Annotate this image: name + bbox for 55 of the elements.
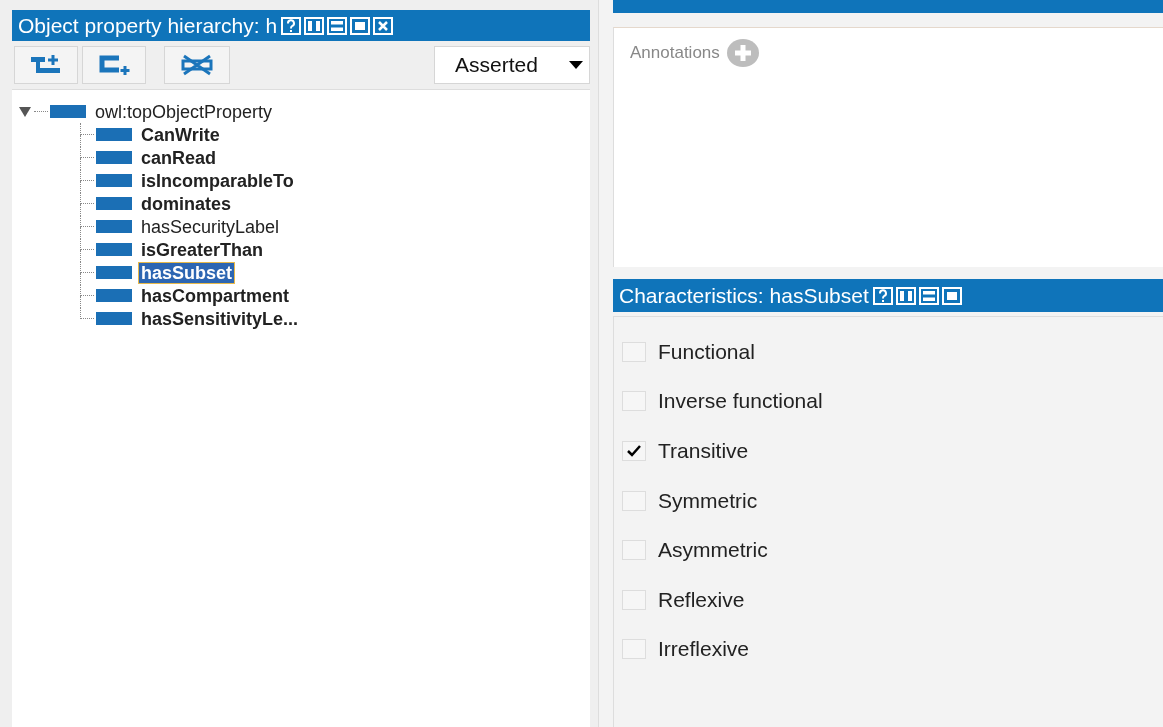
- property-icon: [96, 151, 132, 164]
- property-icon: [96, 266, 132, 279]
- delete-property-icon: [179, 53, 215, 77]
- checkbox[interactable]: [622, 540, 646, 561]
- tree-item[interactable]: hasSubset: [138, 261, 236, 284]
- property-icon: [96, 128, 132, 141]
- property-icon: [96, 174, 132, 187]
- tree-item[interactable]: canRead: [138, 146, 220, 169]
- checkbox[interactable]: [622, 391, 646, 412]
- tree-item[interactable]: owl:topObjectProperty: [92, 100, 276, 123]
- checkbox-label: Symmetric: [658, 488, 758, 513]
- tree-item[interactable]: isIncomparableTo: [138, 169, 297, 192]
- split-horizontal-icon[interactable]: [327, 16, 348, 35]
- checkbox[interactable]: [622, 589, 646, 610]
- help-icon[interactable]: [281, 16, 302, 35]
- split-vertical-icon[interactable]: [895, 286, 916, 305]
- add-sibling-icon: [97, 53, 131, 77]
- tree-item[interactable]: hasSensitivityLe...: [138, 307, 302, 330]
- panel-title: Characteristics: hasSubset: [619, 283, 869, 308]
- checkmark-icon: [627, 445, 641, 457]
- property-icon: [96, 243, 132, 256]
- checkbox-label: Asymmetric: [658, 538, 768, 563]
- checkbox[interactable]: [622, 490, 646, 511]
- tree-item[interactable]: isGreaterThan: [138, 238, 267, 261]
- tree-item[interactable]: hasSecurityLabel: [138, 215, 283, 238]
- tree-item[interactable]: hasCompartment: [138, 284, 293, 307]
- add-subproperty-button[interactable]: [14, 46, 78, 84]
- checkbox-label: Irreflexive: [658, 637, 750, 662]
- tree-item[interactable]: dominates: [138, 192, 235, 215]
- checkbox-label: Transitive: [658, 439, 749, 463]
- expanded-triangle-icon[interactable]: [18, 105, 32, 118]
- property-icon: [96, 312, 132, 325]
- tree-item[interactable]: CanWrite: [138, 123, 223, 146]
- caret-icon: [569, 61, 583, 69]
- property-icon: [50, 105, 86, 118]
- split-vertical-icon[interactable]: [304, 16, 325, 35]
- checkbox[interactable]: [622, 639, 646, 660]
- panel-title: Object property hierarchy: h: [18, 13, 278, 38]
- split-horizontal-icon[interactable]: [918, 286, 939, 305]
- property-icon: [96, 289, 132, 302]
- property-icon: [96, 220, 132, 233]
- maximize-icon[interactable]: [941, 286, 962, 305]
- checkbox[interactable]: [622, 341, 646, 362]
- view-dropdown[interactable]: Asserted: [434, 46, 590, 84]
- delete-button[interactable]: [164, 46, 230, 84]
- annotations-label: Annotations: [630, 43, 720, 63]
- help-icon[interactable]: [872, 286, 893, 305]
- checkbox[interactable]: [622, 441, 646, 461]
- maximize-icon[interactable]: [350, 16, 371, 35]
- checkbox-label: Functional: [658, 339, 755, 364]
- add-sibling-button[interactable]: [82, 46, 146, 84]
- checkbox-label: Inverse functional: [658, 389, 823, 414]
- property-icon: [96, 197, 132, 210]
- close-icon[interactable]: [373, 16, 394, 35]
- checkbox-label: Reflexive: [658, 587, 745, 612]
